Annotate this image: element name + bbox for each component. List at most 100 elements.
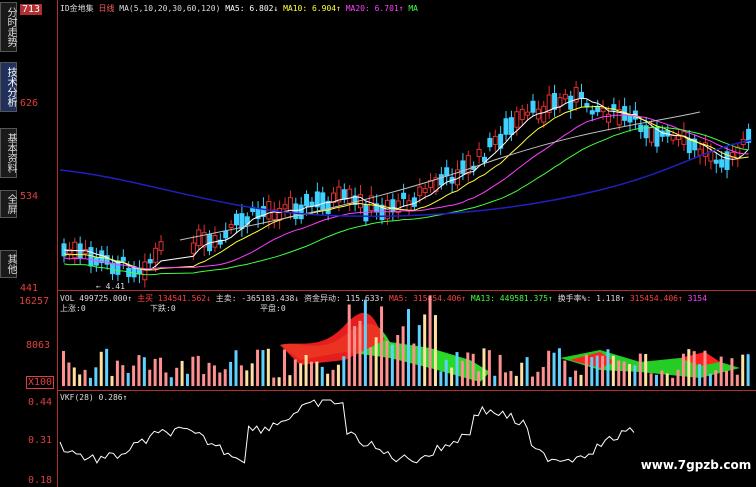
volume-bar <box>622 361 626 386</box>
candle-body <box>406 200 412 212</box>
candle-body <box>228 224 234 229</box>
volume-bar <box>185 373 189 386</box>
volume-bar <box>654 374 658 386</box>
volume-bar <box>115 360 119 386</box>
volume-bar <box>460 360 464 386</box>
volume-bar <box>169 377 173 386</box>
volume-bar <box>126 372 130 386</box>
candle-body <box>713 159 719 164</box>
volume-bar <box>536 371 540 386</box>
volume-bar <box>342 356 346 386</box>
volume-bar <box>628 364 632 386</box>
volume-bar <box>99 351 103 386</box>
candle-body <box>320 192 326 210</box>
volume-bar <box>121 365 125 386</box>
volume-bar <box>132 365 136 386</box>
volume-bar <box>746 354 750 386</box>
indicator-chart <box>59 399 635 464</box>
candle-body <box>99 250 105 264</box>
volume-bar <box>385 341 389 386</box>
volume-bar <box>390 344 394 386</box>
volume-bar <box>687 349 691 386</box>
candle-body <box>557 97 563 107</box>
candle-body <box>417 186 423 197</box>
candle-body <box>649 126 655 143</box>
volume-bar <box>660 370 664 386</box>
volume-bar <box>380 306 384 386</box>
volume-bar <box>148 369 152 386</box>
candle-body <box>584 103 590 108</box>
candle-body <box>514 111 520 128</box>
volume-chart <box>62 295 750 386</box>
candle-body <box>708 151 714 162</box>
candle-body <box>579 91 584 99</box>
candle-body <box>158 241 164 251</box>
ma30-line <box>63 126 749 276</box>
volume-bar <box>266 348 270 386</box>
volume-bar <box>520 362 524 386</box>
volume-bar <box>649 373 653 386</box>
volume-bar <box>358 320 362 386</box>
ma120-line <box>59 139 753 218</box>
watermark: www.7gpzb.com <box>636 456 756 474</box>
volume-bar <box>83 369 87 386</box>
volume-bar <box>638 353 642 386</box>
candle-body <box>88 247 94 267</box>
volume-bar <box>671 377 675 386</box>
volume-bar <box>482 348 486 386</box>
candle-body <box>147 259 153 264</box>
volume-bar <box>299 363 303 386</box>
volume-bar <box>245 370 249 386</box>
candle-body <box>460 160 466 175</box>
volume-bar <box>283 349 287 386</box>
candle-body <box>589 110 595 115</box>
volume-bar <box>708 373 712 386</box>
volume-bar <box>417 325 421 386</box>
candle-body <box>239 213 245 229</box>
volume-bar <box>730 358 734 386</box>
volume-bar <box>304 354 308 386</box>
volume-bar <box>62 350 65 386</box>
volume-bar <box>584 354 588 386</box>
volume-bar <box>202 373 206 386</box>
volume-bar <box>293 359 297 386</box>
volume-bar <box>541 366 545 386</box>
candle-body <box>142 261 148 281</box>
volume-bar <box>105 348 109 386</box>
volume-bar <box>234 350 238 386</box>
candle-body <box>562 93 568 100</box>
candle-body <box>686 138 692 154</box>
volume-bar <box>67 362 71 386</box>
volume-bar <box>568 377 572 386</box>
volume-bar <box>509 370 513 386</box>
candle-body <box>223 230 229 239</box>
volume-bar <box>557 348 561 386</box>
candle-body <box>401 192 407 200</box>
volume-bar <box>142 357 146 386</box>
volume-bar <box>137 355 141 386</box>
candle-body <box>465 155 471 175</box>
candle-body <box>110 262 116 275</box>
candle-body <box>395 200 401 213</box>
volume-bar <box>229 361 233 386</box>
volume-bar <box>703 350 707 386</box>
volume-bar <box>719 356 723 386</box>
volume-bar <box>374 337 378 386</box>
volume-bar <box>450 367 454 386</box>
candle-body <box>120 256 126 262</box>
volume-bar <box>94 367 98 386</box>
volume-bar <box>574 370 578 386</box>
volume-bar <box>88 377 92 386</box>
volume-bar <box>433 315 437 386</box>
volume-bar <box>741 354 745 386</box>
candle-body <box>304 193 310 207</box>
volume-bar <box>218 372 222 386</box>
volume-bar <box>110 375 114 386</box>
volume-bar <box>159 357 163 386</box>
volume-bar <box>504 372 508 386</box>
volume-bar <box>309 361 313 386</box>
chart-canvas <box>59 81 753 464</box>
candle-body <box>525 111 531 116</box>
volume-bar <box>455 352 459 386</box>
volume-bar <box>272 377 276 386</box>
